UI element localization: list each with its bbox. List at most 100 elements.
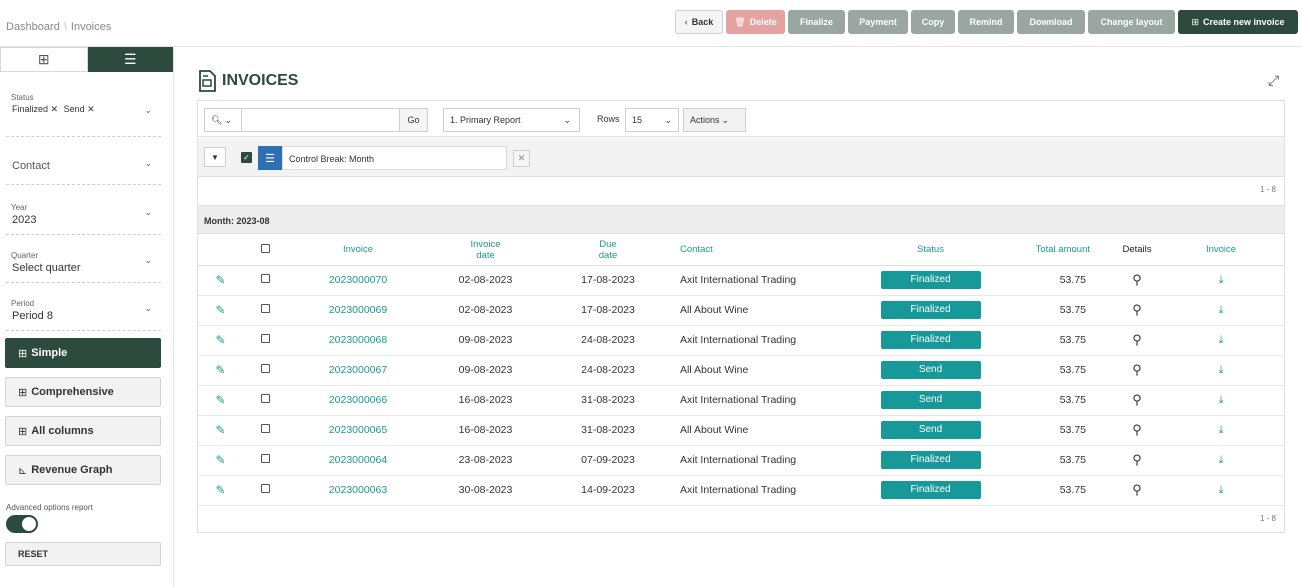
row-checkbox[interactable] — [261, 274, 270, 283]
report-simple-button[interactable]: ⊞ Simple — [5, 338, 161, 368]
grid-view-icon[interactable]: ⊞ — [0, 47, 88, 72]
actions-menu-button[interactable]: Actions ⌄ — [683, 108, 746, 132]
contact-filter[interactable]: Contact ⌄ — [6, 147, 161, 185]
invoice-number-link[interactable]: 2023000064 — [288, 445, 428, 476]
column-header-total[interactable]: Total amount — [988, 235, 1116, 266]
row-checkbox[interactable] — [261, 304, 270, 313]
edit-icon[interactable]: ✎ — [215, 363, 225, 377]
create-invoice-button[interactable]: ⊞ Create new invoice — [1178, 10, 1298, 34]
delete-button[interactable]: 🗑 Delete — [726, 10, 785, 34]
invoice-number-link[interactable]: 2023000067 — [288, 355, 428, 386]
remove-control-break-icon[interactable]: ✕ — [513, 150, 530, 167]
go-button[interactable]: Go — [399, 108, 428, 132]
year-filter[interactable]: Year 2023 ⌄ — [6, 197, 161, 235]
download-icon[interactable]: ⤓ — [1219, 454, 1224, 466]
edit-icon[interactable]: ✎ — [215, 453, 225, 467]
edit-icon[interactable]: ✎ — [215, 303, 225, 317]
magnifier-icon[interactable]: ⚲ — [1132, 332, 1142, 347]
edit-cell: ✎ — [198, 385, 243, 416]
back-button[interactable]: ‹ Back — [675, 10, 723, 34]
magnifier-icon[interactable]: ⚲ — [1132, 422, 1142, 437]
download-icon[interactable]: ⤓ — [1219, 334, 1224, 346]
invoice-number-link[interactable]: 2023000065 — [288, 415, 428, 446]
invoice-date-cell: 30-08-2023 — [428, 475, 543, 506]
chevron-down-icon[interactable]: ⌄ — [144, 207, 152, 218]
breadcrumb-dashboard[interactable]: Dashboard — [6, 21, 60, 33]
invoice-number-link[interactable]: 2023000063 — [288, 475, 428, 506]
invoice-number-link[interactable]: 2023000070 — [288, 265, 428, 296]
row-checkbox[interactable] — [261, 424, 270, 433]
close-icon[interactable]: ✕ — [51, 104, 59, 114]
search-column-selector[interactable]: 🔍︎ ⌄ — [204, 108, 242, 132]
collapse-toggle-icon[interactable]: ▼ — [204, 147, 226, 167]
reset-button[interactable]: RESET — [5, 542, 161, 566]
chevron-down-icon[interactable]: ⌄ — [144, 255, 152, 266]
report-comprehensive-button[interactable]: ⊞ Comprehensive — [5, 377, 161, 407]
status-filter[interactable]: Status Finalized ✕ Send ✕ ⌄ — [6, 88, 161, 137]
status-chip-send[interactable]: Send ✕ — [64, 104, 95, 114]
chevron-down-icon[interactable]: ⌄ — [144, 158, 152, 169]
change-layout-button[interactable]: Change layout — [1088, 10, 1175, 34]
rows-select[interactable]: 15 ⌄ — [625, 108, 679, 132]
report-select[interactable]: 1. Primary Report ⌄ — [443, 108, 580, 132]
expand-icon[interactable]: ⤢ — [1268, 72, 1279, 89]
table-row[interactable]: ✎ 2023000070 02-08-2023 17-08-2023 Axit Inte… — [198, 265, 1284, 296]
remind-button[interactable]: Remind — [958, 10, 1014, 34]
column-header-due-date[interactable]: Due date — [543, 235, 673, 266]
column-header-status[interactable]: Status — [873, 235, 988, 266]
edit-icon[interactable]: ✎ — [215, 483, 225, 497]
chevron-down-icon[interactable]: ⌄ — [144, 105, 152, 116]
payment-button[interactable]: Payment — [848, 10, 908, 34]
table-row[interactable]: ✎ 2023000065 16-08-2023 31-08-2023 All About… — [198, 415, 1284, 446]
table-row[interactable]: ✎ 2023000068 09-08-2023 24-08-2023 Axit Inte… — [198, 325, 1284, 356]
close-icon[interactable]: ✕ — [87, 104, 95, 114]
table-row[interactable]: ✎ 2023000069 02-08-2023 17-08-2023 All About… — [198, 295, 1284, 326]
row-checkbox[interactable] — [261, 454, 270, 463]
row-checkbox[interactable] — [261, 364, 270, 373]
table-row[interactable]: ✎ 2023000066 16-08-2023 31-08-2023 Axit Inte… — [198, 385, 1284, 416]
magnifier-icon[interactable]: ⚲ — [1132, 272, 1142, 287]
quarter-filter[interactable]: Quarter Select quarter ⌄ — [6, 245, 161, 283]
edit-icon[interactable]: ✎ — [215, 273, 225, 287]
download-icon[interactable]: ⤓ — [1219, 394, 1224, 406]
magnifier-icon[interactable]: ⚲ — [1132, 392, 1142, 407]
magnifier-icon[interactable]: ⚲ — [1132, 452, 1142, 467]
copy-button[interactable]: Copy — [911, 10, 955, 34]
select-all-checkbox[interactable] — [261, 243, 270, 253]
finalize-button[interactable]: Finalize — [788, 10, 845, 34]
download-icon[interactable]: ⤓ — [1219, 484, 1224, 496]
edit-icon[interactable]: ✎ — [215, 393, 225, 407]
status-chip-finalized[interactable]: Finalized ✕ — [12, 104, 58, 114]
download-button[interactable]: Download — [1017, 10, 1085, 34]
row-checkbox[interactable] — [261, 394, 270, 403]
magnifier-icon[interactable]: ⚲ — [1132, 482, 1142, 497]
invoice-number-link[interactable]: 2023000068 — [288, 325, 428, 356]
table-row[interactable]: ✎ 2023000064 23-08-2023 07-09-2023 Axit Inte… — [198, 445, 1284, 476]
edit-icon[interactable]: ✎ — [215, 423, 225, 437]
report-revenue-graph-button[interactable]: ⊾ Revenue Graph — [5, 455, 161, 485]
download-icon[interactable]: ⤓ — [1219, 274, 1224, 286]
list-view-icon[interactable]: ☰ — [87, 47, 173, 72]
control-break-label[interactable]: Control Break: Month — [282, 146, 507, 170]
invoice-number-link[interactable]: 2023000069 — [288, 295, 428, 326]
magnifier-icon[interactable]: ⚲ — [1132, 302, 1142, 317]
row-checkbox[interactable] — [261, 334, 270, 343]
period-filter[interactable]: Period Period 8 ⌄ — [6, 293, 161, 331]
row-checkbox[interactable] — [261, 484, 270, 493]
search-input[interactable] — [241, 108, 400, 132]
download-icon[interactable]: ⤓ — [1219, 304, 1224, 316]
download-icon[interactable]: ⤓ — [1219, 424, 1224, 436]
magnifier-icon[interactable]: ⚲ — [1132, 362, 1142, 377]
report-all-columns-button[interactable]: ⊞ All columns — [5, 416, 161, 446]
invoice-number-link[interactable]: 2023000066 — [288, 385, 428, 416]
download-icon[interactable]: ⤓ — [1219, 364, 1224, 376]
chevron-down-icon[interactable]: ⌄ — [144, 303, 152, 314]
edit-icon[interactable]: ✎ — [215, 333, 225, 347]
advanced-options-toggle[interactable] — [6, 515, 38, 533]
control-break-checkbox[interactable]: ✓ — [241, 152, 252, 163]
column-header-contact[interactable]: Contact — [673, 235, 873, 266]
column-header-invoice-date[interactable]: Invoice date — [428, 235, 543, 266]
column-header-invoice[interactable]: Invoice — [288, 235, 428, 266]
table-row[interactable]: ✎ 2023000063 30-08-2023 14-09-2023 Axit Inte… — [198, 475, 1284, 506]
table-row[interactable]: ✎ 2023000067 09-08-2023 24-08-2023 All About… — [198, 355, 1284, 386]
